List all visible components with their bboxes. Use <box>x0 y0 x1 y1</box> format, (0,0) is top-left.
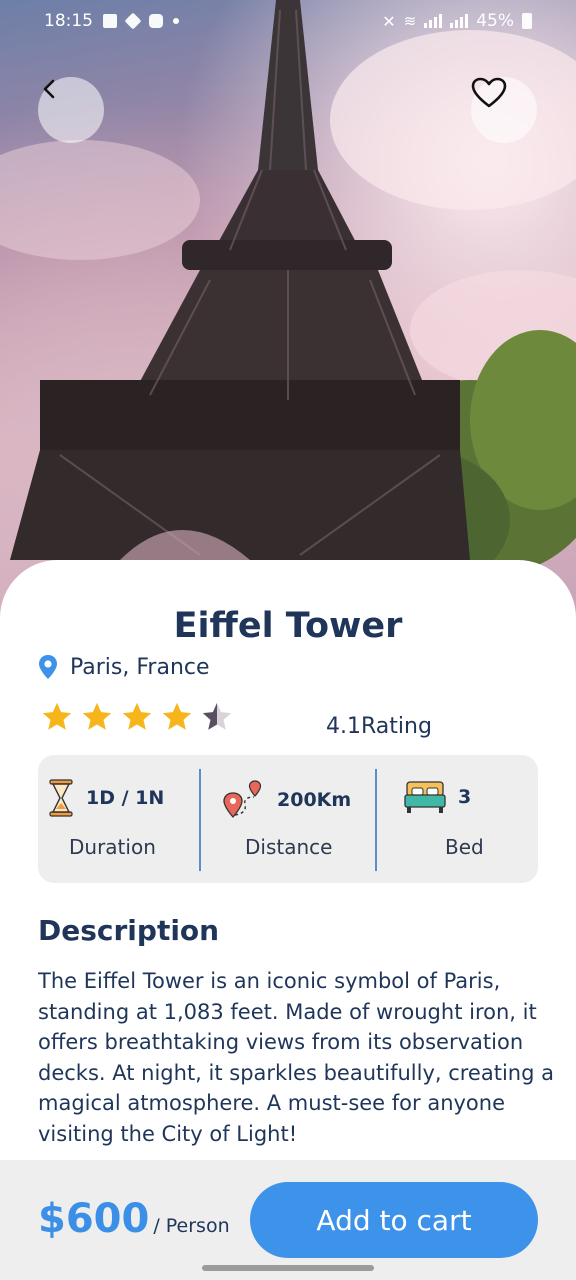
description-heading: Description <box>38 914 220 947</box>
chevron-left-icon <box>43 79 55 99</box>
location-pin-icon <box>39 655 57 679</box>
message-icon <box>149 14 163 28</box>
distance-value: 200Km <box>277 789 352 811</box>
telegram-icon <box>124 12 142 30</box>
price-unit: / Person <box>153 1215 230 1237</box>
location-row: Paris, France <box>38 654 210 680</box>
star-full-icon <box>82 702 112 730</box>
place-title: Eiffel Tower <box>173 606 403 646</box>
trip-info-panel: 1D / 1N Duration 200Km Distance 3 Bed <box>38 755 538 883</box>
bed-label: Bed <box>445 835 484 859</box>
favorite-button[interactable] <box>471 77 537 143</box>
duration-info: 1D / 1N Duration <box>38 755 200 883</box>
price: $600 / Person <box>38 1196 230 1242</box>
star-full-icon <box>42 702 72 730</box>
battery-level: 45% <box>476 11 514 31</box>
distance-label: Distance <box>245 835 333 859</box>
hero-image: 18:15 ✕ ≋ 45% <box>0 0 576 640</box>
home-indicator[interactable] <box>202 1265 374 1271</box>
signal-2-icon <box>450 14 469 28</box>
map-route-icon <box>223 780 262 818</box>
rating-text: 4.1Rating <box>326 714 432 739</box>
mute-icon: ✕ <box>382 11 396 31</box>
back-button[interactable] <box>38 77 104 143</box>
star-full-icon <box>122 702 152 730</box>
star-rating <box>40 700 234 734</box>
status-time: 18:15 <box>44 11 93 31</box>
distance-info: 200Km Distance <box>201 755 375 883</box>
duration-label: Duration <box>69 835 156 859</box>
status-bar: 18:15 ✕ ≋ 45% <box>0 0 576 42</box>
wifi-icon: ≋ <box>403 12 417 30</box>
bed-icon <box>404 781 446 813</box>
duration-value: 1D / 1N <box>86 787 165 809</box>
notification-dot-icon <box>173 18 179 24</box>
signal-icon <box>424 14 443 28</box>
location-text: Paris, France <box>70 654 210 680</box>
gallery-icon <box>103 14 117 28</box>
price-amount: $600 <box>38 1196 150 1242</box>
battery-icon <box>522 13 532 29</box>
heart-outline-icon <box>471 77 507 108</box>
bed-value: 3 <box>458 786 472 808</box>
star-partial-icon <box>202 702 232 730</box>
hourglass-icon <box>49 779 73 817</box>
bed-info: 3 Bed <box>377 755 538 883</box>
add-to-cart-button[interactable]: Add to cart <box>250 1182 538 1258</box>
star-full-icon <box>162 702 192 730</box>
description-text: The Eiffel Tower is an iconic symbol of … <box>38 969 554 1146</box>
